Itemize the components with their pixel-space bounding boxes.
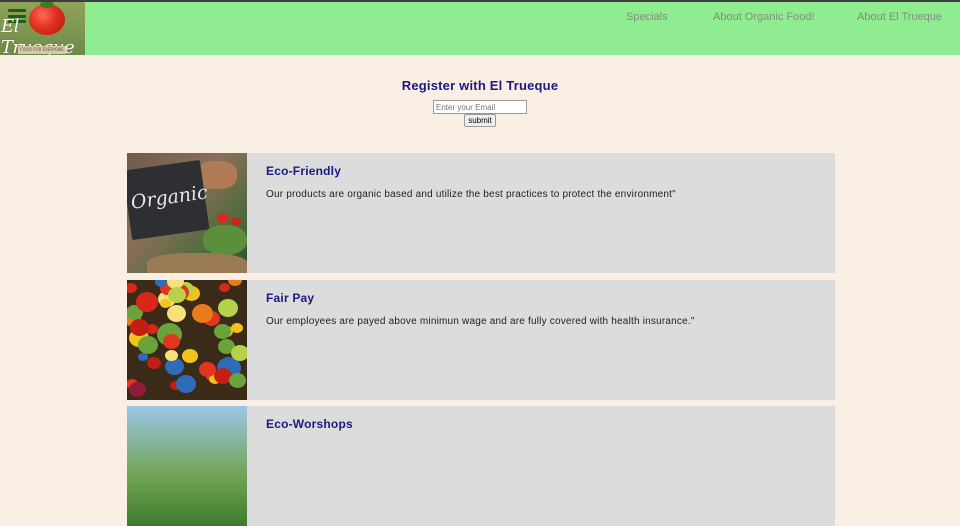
feature-description: Our employees are payed above minimun wa… [266, 316, 695, 327]
nav-link-specials[interactable]: Specials [626, 11, 668, 23]
vegetables-photo [127, 280, 247, 400]
logo-tagline: FOOD FOR EVERYONE [18, 46, 66, 54]
nav-link-about-organic-food[interactable]: About Organic Food! [713, 11, 815, 23]
feature-title: Fair Pay [266, 291, 315, 305]
feature-description: Our products are organic based and utili… [266, 189, 676, 200]
register-title: Register with El Trueque [401, 78, 559, 93]
garden-photo [127, 406, 247, 526]
submit-button[interactable]: submit [464, 114, 496, 127]
email-field[interactable] [433, 100, 527, 114]
top-navbar: El Trueque FOOD FOR EVERYONE Specials Ab… [0, 0, 960, 55]
photo-sign-text: Organic [129, 181, 209, 214]
organic-sign-photo: Organic [127, 153, 247, 273]
feature-card-eco-friendly: Organic Eco-Friendly Our products are or… [127, 153, 835, 273]
site-logo[interactable]: El Trueque FOOD FOR EVERYONE [0, 2, 85, 55]
feature-title: Eco-Friendly [266, 164, 342, 178]
register-section: Register with El Trueque submit [0, 78, 960, 127]
feature-card-fair-pay: Fair Pay Our employees are payed above m… [127, 280, 835, 400]
feature-title: Eco-Worshops [266, 417, 353, 431]
nav-link-about-el-trueque[interactable]: About El Trueque [857, 11, 942, 23]
feature-card-eco-workshops: Eco-Worshops [127, 406, 835, 526]
